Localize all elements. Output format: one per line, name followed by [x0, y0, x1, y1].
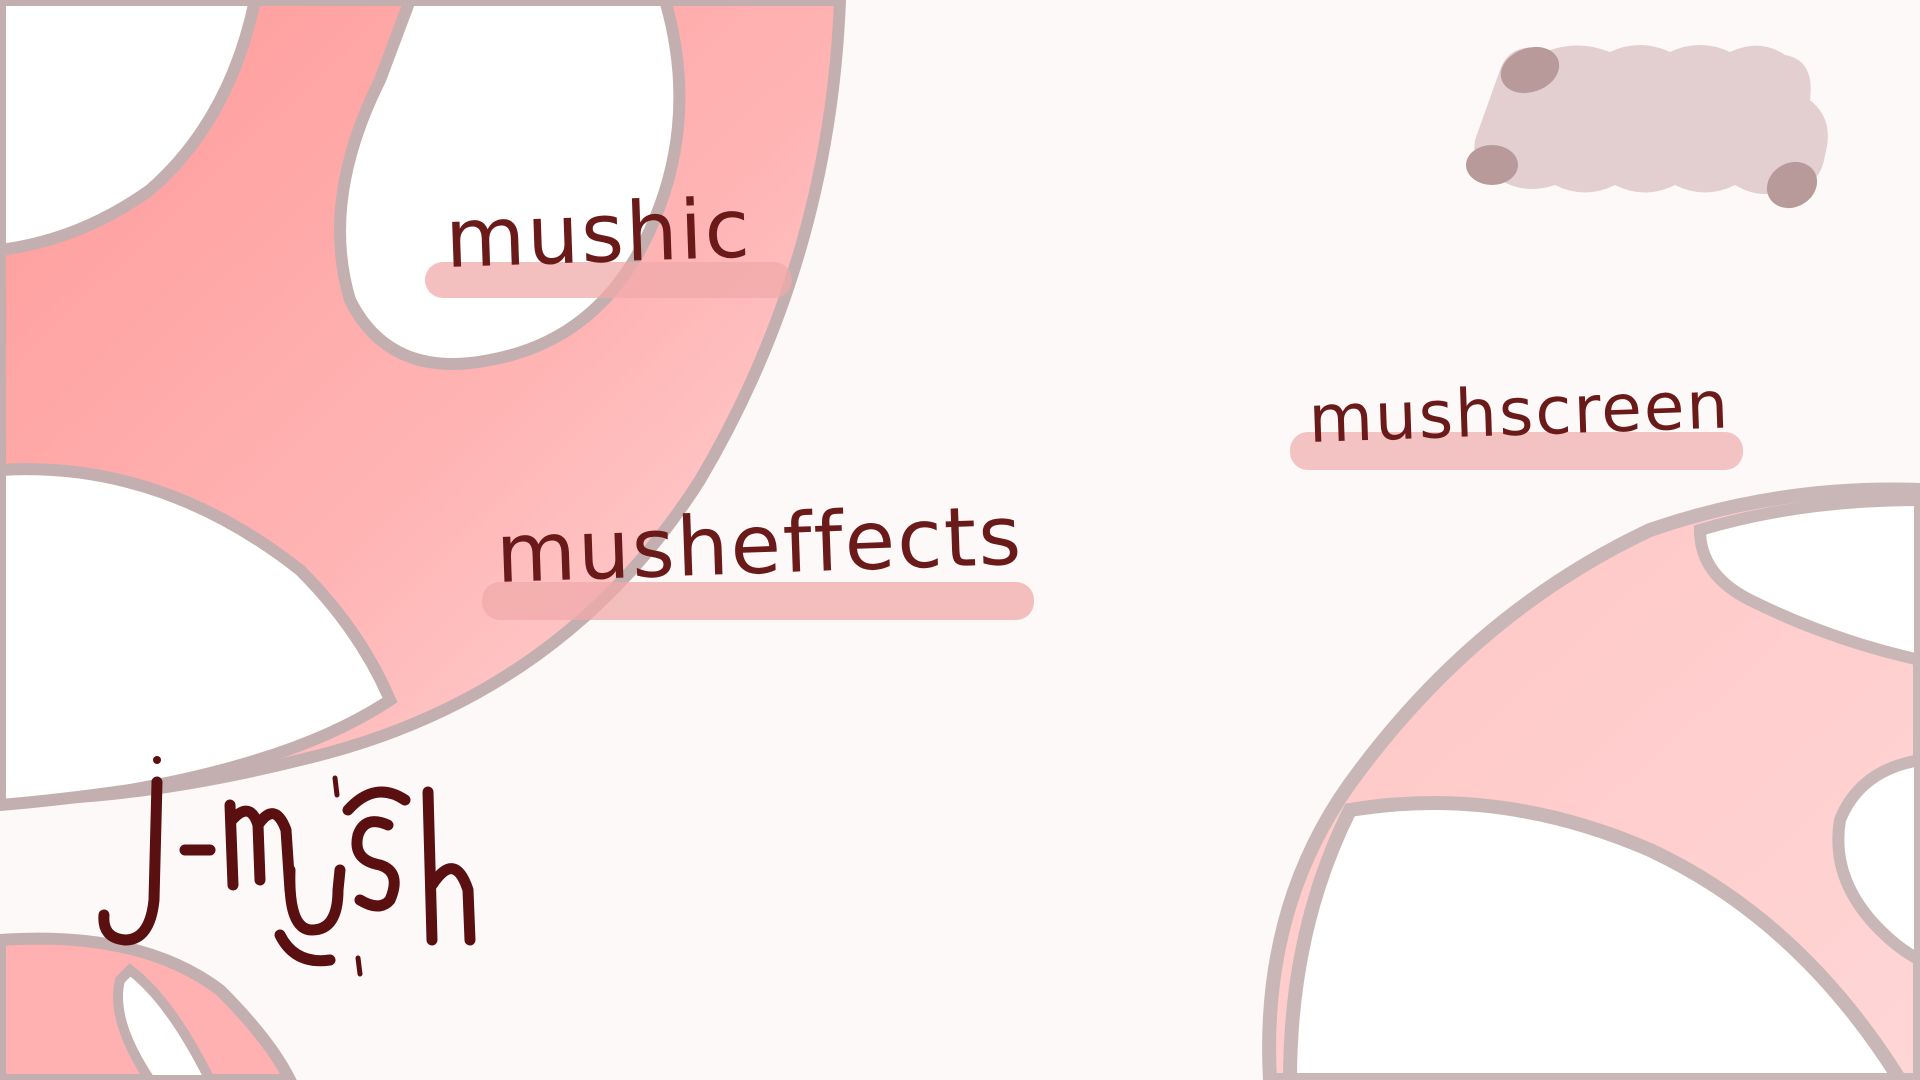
mushroom-cap-topleft: [0, 0, 846, 812]
back-cloud-button[interactable]: [1440, 30, 1840, 230]
cloud-back-icon: [1466, 45, 1828, 209]
menu-option-effects[interactable]: musheffects: [482, 489, 1042, 630]
mushroom-cap-bottomright: [1262, 482, 1920, 1080]
option-label-effects: musheffects: [494, 488, 1025, 603]
menu-option-screen[interactable]: mushscreen: [1290, 366, 1750, 480]
menu-option-music[interactable]: mushic: [425, 181, 805, 310]
game-logo: j-mush: [98, 756, 476, 977]
option-label-music: mushic: [443, 181, 754, 288]
options-screen: mushic musheffects mushscreen j-mush: [0, 0, 1920, 1080]
option-label-screen: mushscreen: [1307, 366, 1732, 459]
